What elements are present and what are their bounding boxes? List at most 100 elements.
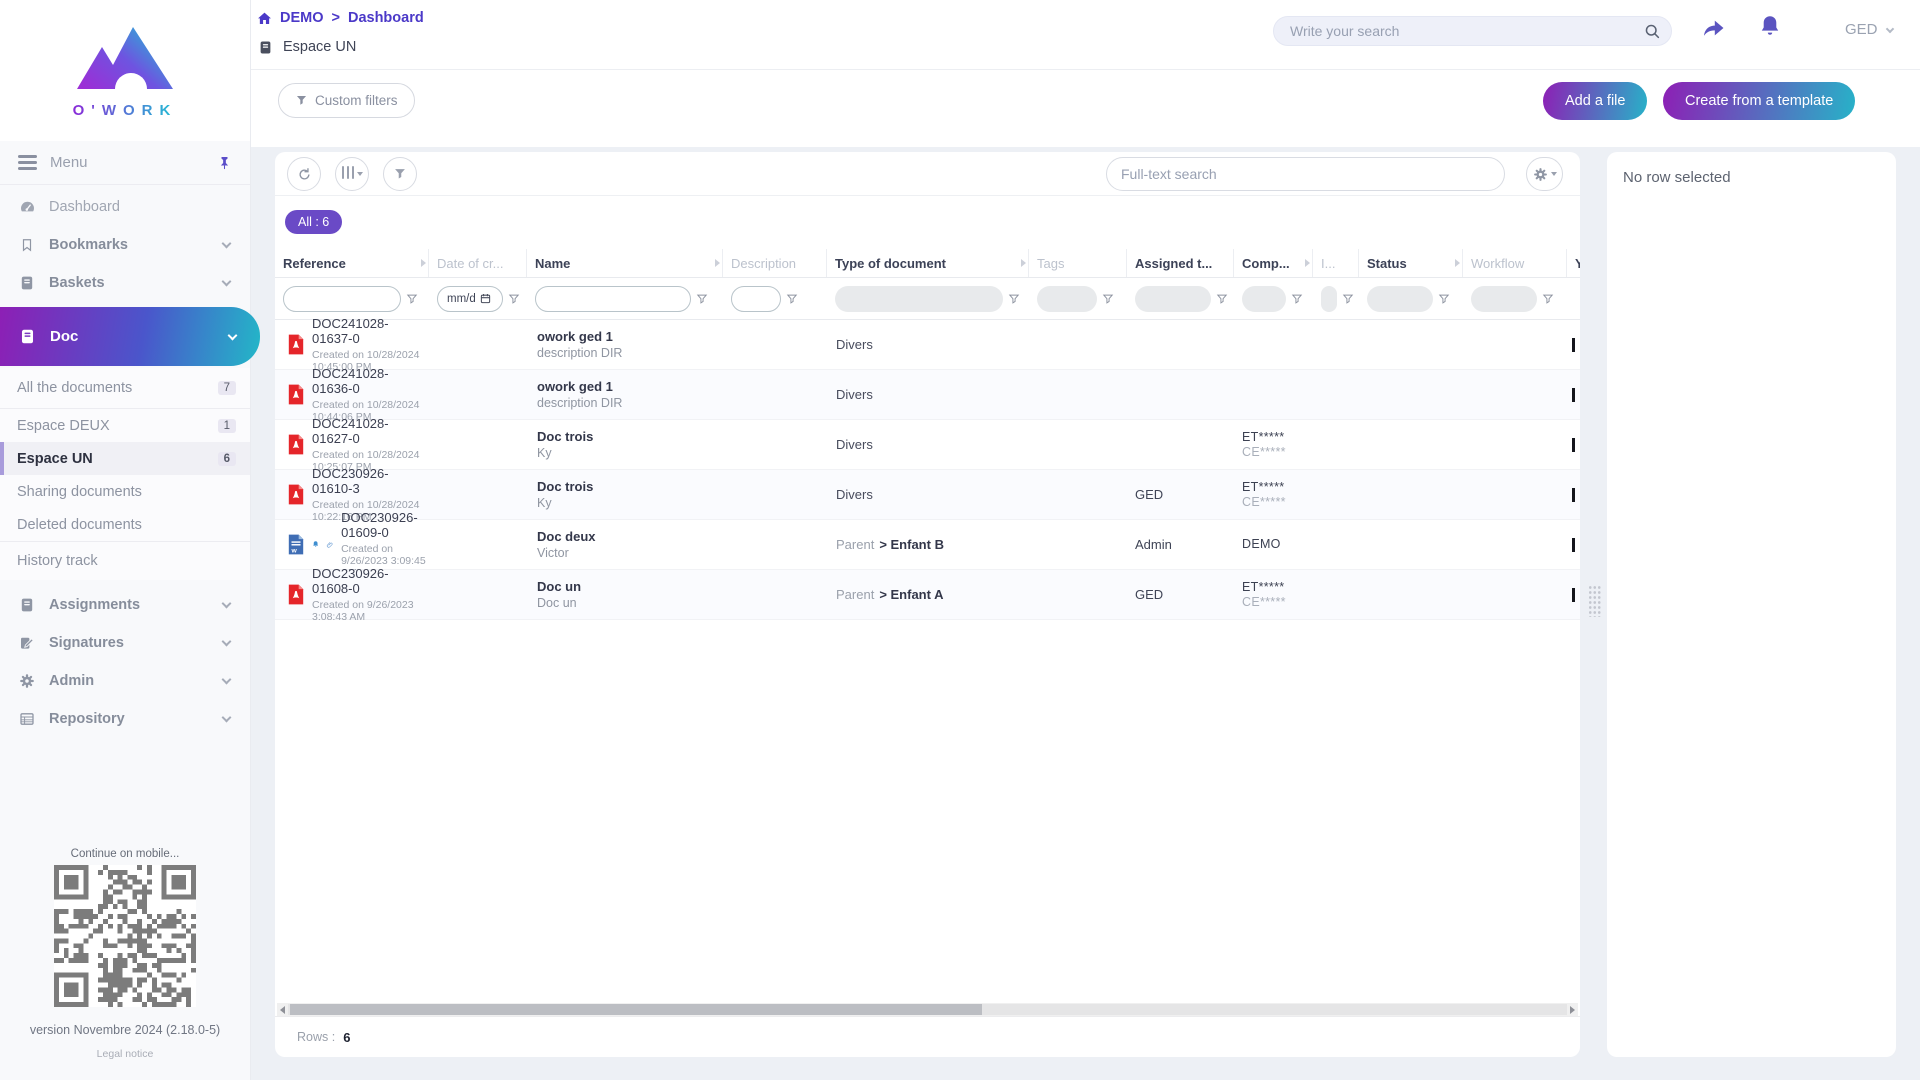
sidebar-item-deleted-documents[interactable]: Deleted documents <box>0 508 250 541</box>
sidebar-item-espace-un[interactable]: Espace UN 6 <box>0 442 250 475</box>
sidebar-item-assignments[interactable]: Assignments <box>0 586 250 624</box>
document-row[interactable]: DOC241028-01637-0Created on 10/28/2024 1… <box>275 320 1580 370</box>
document-row[interactable]: DOC241028-01636-0Created on 10/28/2024 1… <box>275 370 1580 420</box>
document-row[interactable]: w DOC230926-01609-0Created on 9/26/2023 … <box>275 520 1580 570</box>
funnel-icon[interactable] <box>406 293 418 305</box>
refresh-button[interactable] <box>287 157 321 191</box>
menu-toggle[interactable]: Menu <box>0 141 250 185</box>
account-label: GED <box>1845 21 1878 38</box>
current-space: Espace UN <box>258 39 356 55</box>
column-header-status[interactable]: Status <box>1359 249 1463 277</box>
account-menu[interactable]: GED <box>1845 21 1893 38</box>
assignments-icon <box>18 597 36 613</box>
filter-input-date[interactable]: mm/d <box>437 286 503 312</box>
clipped-text-fragment <box>1572 488 1575 502</box>
filter-button[interactable] <box>383 157 417 191</box>
filter-funnel-icon <box>393 167 407 181</box>
scroll-right-icon[interactable] <box>1567 1003 1578 1016</box>
expand-column-icon[interactable] <box>1305 259 1310 267</box>
share-icon[interactable] <box>1700 15 1727 41</box>
global-search-input[interactable] <box>1290 23 1644 39</box>
column-header-cut[interactable]: Y <box>1567 249 1580 277</box>
column-header-comp[interactable]: Comp... <box>1234 249 1313 277</box>
funnel-icon[interactable] <box>1216 293 1228 305</box>
sidebar-item-bookmarks[interactable]: Bookmarks <box>0 226 250 264</box>
create-from-template-button[interactable]: Create from a template <box>1663 82 1855 120</box>
sidebar-item-dashboard[interactable]: Dashboard <box>0 188 250 226</box>
funnel-icon[interactable] <box>1102 293 1114 305</box>
column-header-date[interactable]: Date of cr... <box>429 249 527 277</box>
sidebar-item-label: Dashboard <box>49 199 120 215</box>
search-icon[interactable] <box>1644 23 1661 40</box>
sidebar-item-admin[interactable]: Admin <box>0 662 250 700</box>
table-header: Reference Date of cr... Name Description… <box>275 249 1580 278</box>
custom-filters-button[interactable]: Custom filters <box>278 83 415 118</box>
sidebar-item-label: Signatures <box>49 635 124 651</box>
sidebar-item-label: Baskets <box>49 275 105 291</box>
column-header-name[interactable]: Name <box>527 249 723 277</box>
document-row[interactable]: DOC230926-01610-3Created on 10/28/2024 1… <box>275 470 1580 520</box>
column-header-tags[interactable]: Tags <box>1029 249 1127 277</box>
breadcrumb-page[interactable]: Dashboard <box>348 10 424 26</box>
breadcrumb-root[interactable]: DEMO <box>280 10 324 26</box>
add-file-button[interactable]: Add a file <box>1543 82 1647 120</box>
filter-input-reference[interactable] <box>283 286 401 312</box>
funnel-icon[interactable] <box>696 293 708 305</box>
sidebar-item-repository[interactable]: Repository <box>0 700 250 738</box>
expand-column-icon[interactable] <box>1455 259 1460 267</box>
column-header-description[interactable]: Description <box>723 249 827 277</box>
document-comp-main: ET***** <box>1242 480 1313 494</box>
notifications-bell-icon[interactable] <box>1758 13 1782 41</box>
sidebar-item-espace-deux[interactable]: Espace DEUX 1 <box>0 409 250 442</box>
global-search <box>1273 16 1672 46</box>
legal-notice-link[interactable]: Legal notice <box>0 1048 250 1060</box>
fulltext-search-input[interactable] <box>1121 166 1490 182</box>
resize-drag-handle[interactable] <box>1588 585 1601 617</box>
funnel-icon[interactable] <box>1008 293 1020 305</box>
funnel-icon[interactable] <box>1438 293 1450 305</box>
expand-column-icon[interactable] <box>715 259 720 267</box>
brand-logo[interactable]: O'WORK <box>0 0 250 141</box>
sidebar-item-baskets[interactable]: Baskets <box>0 264 250 302</box>
clipped-text-fragment <box>1572 588 1575 602</box>
scrollbar-thumb[interactable] <box>290 1004 982 1015</box>
table-filter-row: mm/d <box>275 278 1580 320</box>
document-type: Divers <box>836 337 873 352</box>
funnel-icon[interactable] <box>786 293 798 305</box>
home-icon[interactable] <box>257 11 272 26</box>
calendar-icon[interactable] <box>480 293 491 304</box>
funnel-icon[interactable] <box>508 293 520 305</box>
document-assigned: Admin <box>1127 520 1234 569</box>
word-file-icon: w <box>287 533 305 556</box>
sidebar-item-sharing-documents[interactable]: Sharing documents <box>0 475 250 508</box>
horizontal-scrollbar[interactable] <box>277 1003 1578 1016</box>
funnel-icon[interactable] <box>1291 293 1303 305</box>
all-count-badge[interactable]: All : 6 <box>285 210 342 234</box>
column-header-type[interactable]: Type of document <box>827 249 1029 277</box>
table-settings-button[interactable] <box>1526 157 1563 191</box>
columns-button[interactable] <box>335 157 369 191</box>
sidebar-item-signatures[interactable]: Signatures <box>0 624 250 662</box>
funnel-icon[interactable] <box>1342 293 1354 305</box>
filter-input-name[interactable] <box>535 286 691 312</box>
column-header-i[interactable]: I... <box>1313 249 1359 277</box>
sidebar-item-doc-active[interactable]: Doc <box>0 307 260 366</box>
document-row[interactable]: DOC230926-01608-0Created on 9/26/2023 3:… <box>275 570 1580 620</box>
document-row[interactable]: DOC241028-01627-0Created on 10/28/2024 1… <box>275 420 1580 470</box>
bookmark-icon <box>18 238 36 252</box>
filter-input-description[interactable] <box>731 286 781 312</box>
document-type: Divers <box>836 487 873 502</box>
column-header-workflow[interactable]: Workflow <box>1463 249 1567 277</box>
column-header-reference[interactable]: Reference <box>275 249 429 277</box>
pin-icon[interactable] <box>217 154 232 172</box>
document-reference: DOC241028-01637-0 <box>312 316 429 346</box>
sidebar-item-label: Bookmarks <box>49 237 128 253</box>
expand-column-icon[interactable] <box>421 259 426 267</box>
scroll-left-icon[interactable] <box>277 1003 288 1016</box>
sidebar-item-all-documents[interactable]: All the documents 7 <box>0 368 250 408</box>
sidebar-item-history-track[interactable]: History track <box>0 542 250 580</box>
expand-column-icon[interactable] <box>1021 259 1026 267</box>
funnel-icon[interactable] <box>1542 293 1554 305</box>
submenu-label: Espace DEUX <box>17 418 110 434</box>
column-header-assigned[interactable]: Assigned t... <box>1127 249 1234 277</box>
